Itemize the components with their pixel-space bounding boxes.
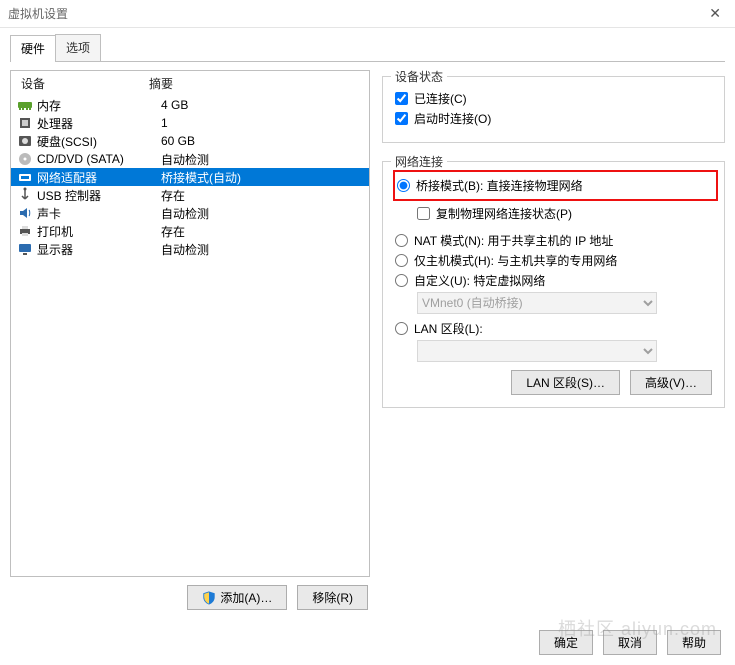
device-name: 硬盘(SCSI) (37, 133, 161, 150)
device-name: 网络适配器 (37, 169, 161, 186)
add-button-label: 添加(A)… (220, 589, 272, 606)
device-name: CD/DVD (SATA) (37, 152, 161, 166)
display-icon (17, 241, 33, 257)
cancel-button[interactable]: 取消 (603, 630, 657, 655)
memory-icon (17, 97, 33, 113)
device-summary: 桥接模式(自动) (161, 169, 363, 186)
custom-network-select[interactable]: VMnet0 (自动桥接) (417, 292, 657, 314)
lan-segment-radio[interactable] (395, 322, 408, 335)
help-button-label: 帮助 (682, 634, 706, 651)
device-state-legend: 设备状态 (391, 68, 447, 85)
bridged-label: 桥接模式(B): 直接连接物理网络 (416, 177, 583, 194)
ok-button[interactable]: 确定 (539, 630, 593, 655)
device-summary: 自动检测 (161, 205, 363, 222)
usb-icon (17, 187, 33, 203)
group-network-connection: 网络连接 桥接模式(B): 直接连接物理网络 复制物理网络连接状态(P) NAT… (382, 161, 725, 408)
printer-icon (17, 223, 33, 239)
nat-radio[interactable] (395, 234, 408, 247)
device-row[interactable]: 硬盘(SCSI)60 GB (11, 132, 369, 150)
device-summary: 存在 (161, 187, 363, 204)
device-list-header: 设备 摘要 (11, 71, 369, 96)
lan-segments-button[interactable]: LAN 区段(S)… (511, 370, 620, 395)
shield-icon (202, 591, 216, 605)
remove-button-label: 移除(R) (312, 589, 353, 606)
device-summary: 存在 (161, 223, 363, 240)
device-list: 设备 摘要 内存4 GB处理器1硬盘(SCSI)60 GBCD/DVD (SAT… (10, 70, 370, 577)
net-icon (17, 169, 33, 185)
group-device-state: 设备状态 已连接(C) 启动时连接(O) (382, 76, 725, 143)
device-name: 内存 (37, 97, 161, 114)
hostonly-radio[interactable] (395, 254, 408, 267)
advanced-button[interactable]: 高级(V)… (630, 370, 712, 395)
nat-label: NAT 模式(N): 用于共享主机的 IP 地址 (414, 232, 613, 249)
close-icon[interactable]: ✕ (703, 5, 727, 22)
cd-icon (17, 151, 33, 167)
tab-options-label: 选项 (66, 41, 90, 55)
tab-strip: 硬件 选项 (10, 38, 725, 62)
sound-icon (17, 205, 33, 221)
lan-segment-select[interactable] (417, 340, 657, 362)
lan-segments-button-label: LAN 区段(S)… (526, 374, 605, 391)
device-summary: 4 GB (161, 98, 363, 112)
advanced-button-label: 高级(V)… (645, 374, 697, 391)
hostonly-label: 仅主机模式(H): 与主机共享的专用网络 (414, 252, 617, 269)
connected-checkbox[interactable] (395, 92, 408, 105)
device-name: 显示器 (37, 241, 161, 258)
device-row[interactable]: 网络适配器桥接模式(自动) (11, 168, 369, 186)
device-row[interactable]: 显示器自动检测 (11, 240, 369, 258)
tab-hardware[interactable]: 硬件 (10, 35, 56, 62)
device-row[interactable]: 内存4 GB (11, 96, 369, 114)
cancel-button-label: 取消 (618, 634, 642, 651)
device-summary: 自动检测 (161, 151, 363, 168)
device-name: 打印机 (37, 223, 161, 240)
device-row[interactable]: 处理器1 (11, 114, 369, 132)
tab-options[interactable]: 选项 (55, 34, 101, 62)
device-summary: 自动检测 (161, 241, 363, 258)
lan-segment-label: LAN 区段(L): (414, 320, 483, 337)
device-name: USB 控制器 (37, 187, 161, 204)
bridged-radio[interactable] (397, 179, 410, 192)
device-row[interactable]: 声卡自动检测 (11, 204, 369, 222)
bridged-highlight: 桥接模式(B): 直接连接物理网络 (393, 170, 718, 201)
connected-label: 已连接(C) (414, 90, 467, 107)
device-row[interactable]: CD/DVD (SATA)自动检测 (11, 150, 369, 168)
replicate-label: 复制物理网络连接状态(P) (436, 205, 572, 222)
cpu-icon (17, 115, 33, 131)
custom-radio[interactable] (395, 274, 408, 287)
connect-at-power-on-label: 启动时连接(O) (414, 110, 491, 127)
tab-hardware-label: 硬件 (21, 42, 45, 56)
help-button[interactable]: 帮助 (667, 630, 721, 655)
device-row[interactable]: 打印机存在 (11, 222, 369, 240)
col-summary: 摘要 (149, 75, 173, 92)
device-summary: 1 (161, 116, 363, 130)
connect-at-power-on-checkbox[interactable] (395, 112, 408, 125)
replicate-checkbox[interactable] (417, 207, 430, 220)
device-name: 处理器 (37, 115, 161, 132)
disk-icon (17, 133, 33, 149)
device-summary: 60 GB (161, 134, 363, 148)
custom-label: 自定义(U): 特定虚拟网络 (414, 272, 545, 289)
window-title: 虚拟机设置 (8, 5, 68, 22)
device-name: 声卡 (37, 205, 161, 222)
ok-button-label: 确定 (554, 634, 578, 651)
remove-button[interactable]: 移除(R) (297, 585, 368, 610)
add-button[interactable]: 添加(A)… (187, 585, 287, 610)
col-device: 设备 (21, 75, 149, 92)
network-legend: 网络连接 (391, 153, 447, 170)
device-row[interactable]: USB 控制器存在 (11, 186, 369, 204)
